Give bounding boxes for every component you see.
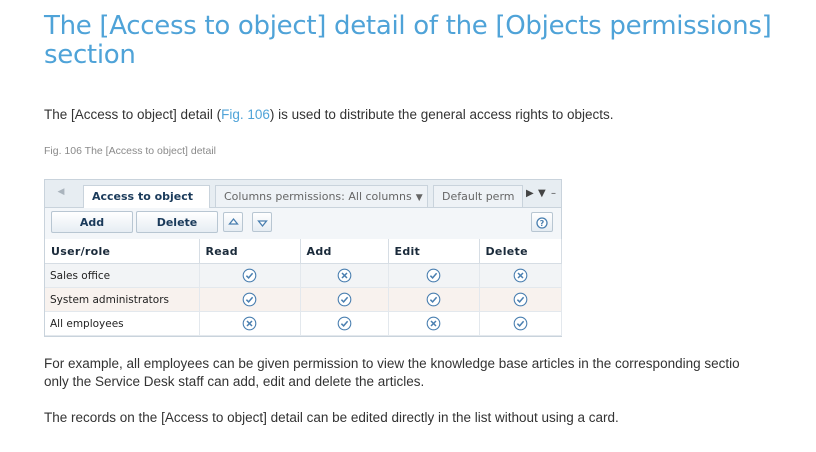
move-down-button[interactable] xyxy=(252,212,272,232)
example-line-1: For example, all employees can be given … xyxy=(44,356,740,371)
access-to-object-detail-figure: ◀ Access to object Columns permissions: … xyxy=(44,179,562,337)
tab-scroll-right-icon[interactable]: ▶ xyxy=(526,185,534,203)
column-header-read[interactable]: Read xyxy=(199,239,301,264)
delete-button[interactable]: Delete xyxy=(136,211,218,233)
check-icon xyxy=(513,316,528,331)
user-role-cell[interactable]: System administrators xyxy=(45,287,200,312)
tab-menu-icon[interactable]: ▼ xyxy=(538,185,546,203)
edit-permission-cell[interactable] xyxy=(388,311,480,336)
tab-columns-permissions-label: Columns permissions: All columns xyxy=(224,190,412,203)
chevron-down-icon: ▼ xyxy=(415,193,423,203)
add-permission-cell[interactable] xyxy=(300,311,389,336)
tab-default-permissions[interactable]: Default perm xyxy=(433,185,523,207)
detail-toolbar: Add Delete ? xyxy=(45,208,561,238)
check-icon xyxy=(513,292,528,307)
check-icon xyxy=(426,292,441,307)
table-row[interactable]: All employees xyxy=(45,311,562,336)
svg-text:?: ? xyxy=(540,219,545,228)
figure-link[interactable]: Fig. 106 xyxy=(221,107,270,122)
cross-icon xyxy=(337,268,352,283)
table-header-row: User/role Read Add Edit Delete xyxy=(45,239,562,264)
figure-caption: Fig. 106 The [Access to object] detail xyxy=(44,145,216,157)
example-line-2: only the Service Desk staff can add, edi… xyxy=(44,374,425,389)
permissions-table: User/role Read Add Edit Delete Sales off… xyxy=(45,239,562,336)
table-row[interactable]: Sales office xyxy=(45,263,562,288)
check-icon xyxy=(337,292,352,307)
edit-permission-cell[interactable] xyxy=(388,287,480,312)
column-header-add[interactable]: Add xyxy=(300,239,389,264)
delete-permission-cell[interactable] xyxy=(479,263,562,288)
add-button[interactable]: Add xyxy=(51,211,133,233)
cross-icon xyxy=(513,268,528,283)
check-icon xyxy=(426,268,441,283)
delete-permission-cell[interactable] xyxy=(479,287,562,312)
user-role-cell[interactable]: All employees xyxy=(45,311,200,336)
edit-permission-cell[interactable] xyxy=(388,263,480,288)
user-role-cell[interactable]: Sales office xyxy=(45,263,200,288)
cross-icon xyxy=(242,316,257,331)
column-header-user-role[interactable]: User/role xyxy=(45,239,200,264)
tab-access-to-object[interactable]: Access to object xyxy=(83,185,210,208)
arrow-down-icon xyxy=(257,220,268,228)
read-permission-cell[interactable] xyxy=(199,311,301,336)
tab-columns-permissions[interactable]: Columns permissions: All columns ▼ xyxy=(215,185,428,207)
help-button[interactable]: ? xyxy=(531,212,553,232)
intro-text-after: ) is used to distribute the general acce… xyxy=(269,107,614,122)
intro-text-before: The [Access to object] detail ( xyxy=(44,107,222,122)
edit-note-paragraph: The records on the [Access to object] de… xyxy=(44,410,619,425)
check-icon xyxy=(337,316,352,331)
minimize-icon[interactable]: – xyxy=(551,185,556,203)
check-icon xyxy=(242,292,257,307)
column-header-delete[interactable]: Delete xyxy=(479,239,562,264)
arrow-up-icon xyxy=(228,217,239,225)
read-permission-cell[interactable] xyxy=(199,263,301,288)
column-header-edit[interactable]: Edit xyxy=(388,239,480,264)
intro-paragraph: The [Access to object] detail (Fig. 106)… xyxy=(44,106,614,124)
help-icon: ? xyxy=(536,217,548,229)
move-up-button[interactable] xyxy=(223,212,243,232)
check-icon xyxy=(242,268,257,283)
delete-permission-cell[interactable] xyxy=(479,311,562,336)
page-title: The [Access to object] detail of the [Ob… xyxy=(44,11,772,70)
cross-icon xyxy=(426,316,441,331)
tab-scroll-left-icon[interactable]: ◀ xyxy=(53,184,69,200)
tab-bar: ◀ Access to object Columns permissions: … xyxy=(45,180,561,208)
table-row[interactable]: System administrators xyxy=(45,287,562,312)
read-permission-cell[interactable] xyxy=(199,287,301,312)
add-permission-cell[interactable] xyxy=(300,287,389,312)
add-permission-cell[interactable] xyxy=(300,263,389,288)
